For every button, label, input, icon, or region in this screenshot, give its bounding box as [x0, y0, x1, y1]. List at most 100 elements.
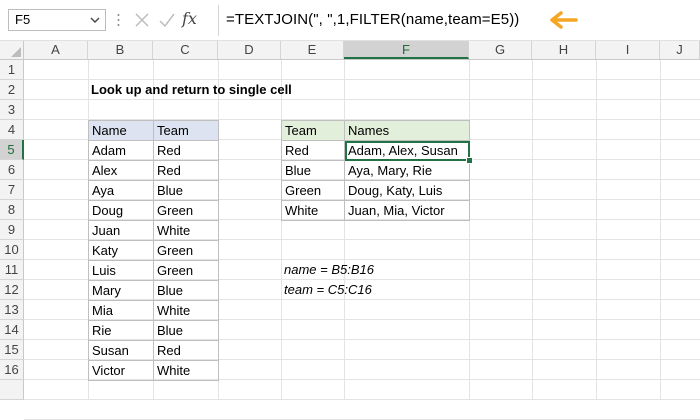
- team-cell[interactable]: Green: [153, 240, 219, 261]
- gridline: [281, 60, 282, 400]
- row-header-11[interactable]: 11: [0, 260, 24, 280]
- name-cell[interactable]: Susan: [88, 340, 154, 361]
- name-cell[interactable]: Luis: [88, 260, 154, 281]
- table-header-row: Name Team: [88, 120, 219, 141]
- row-header-4[interactable]: 4: [0, 120, 24, 140]
- named-range-name-note[interactable]: name = B5:B16: [281, 260, 481, 280]
- table-row: Green Doug, Katy, Luis: [281, 180, 470, 201]
- name-box[interactable]: F5: [8, 9, 106, 31]
- row-header-15[interactable]: 15: [0, 340, 24, 360]
- cancel-x-icon[interactable]: [133, 10, 151, 30]
- header-team[interactable]: Team: [281, 120, 345, 141]
- name-cell[interactable]: Mary: [88, 280, 154, 301]
- team-cell[interactable]: Green: [281, 180, 345, 201]
- team-cell[interactable]: White: [153, 360, 219, 381]
- table-row: Mia White: [88, 300, 219, 321]
- names-cell[interactable]: Doug, Katy, Luis: [344, 180, 470, 201]
- row-header-10[interactable]: 10: [0, 240, 24, 260]
- row-header-12[interactable]: 12: [0, 280, 24, 300]
- team-cell[interactable]: White: [281, 200, 345, 221]
- sheet-title[interactable]: Look up and return to single cell: [88, 80, 388, 100]
- gridline: [660, 60, 661, 400]
- column-header-c[interactable]: C: [153, 41, 218, 59]
- name-box-value: F5: [15, 12, 31, 27]
- gridline: [469, 60, 470, 400]
- column-header-a[interactable]: A: [24, 41, 88, 59]
- row-header-13[interactable]: 13: [0, 300, 24, 320]
- name-cell[interactable]: Adam: [88, 140, 154, 161]
- row-header-14[interactable]: 14: [0, 320, 24, 340]
- team-cell[interactable]: Red: [153, 140, 219, 161]
- team-cell[interactable]: Blue: [281, 160, 345, 181]
- row-header-3[interactable]: 3: [0, 100, 24, 120]
- table-row: Mary Blue: [88, 280, 219, 301]
- table-row: Blue Aya, Mary, Rie: [281, 160, 470, 181]
- column-header-i[interactable]: I: [596, 41, 660, 59]
- table-row: Luis Green: [88, 260, 219, 281]
- chevron-down-icon[interactable]: [89, 10, 101, 30]
- row-header-1[interactable]: 1: [0, 60, 24, 80]
- header-team[interactable]: Team: [153, 120, 219, 141]
- column-header-d[interactable]: D: [218, 41, 281, 59]
- column-header-j[interactable]: J: [660, 41, 700, 59]
- name-cell[interactable]: Victor: [88, 360, 154, 381]
- row-header-9[interactable]: 9: [0, 220, 24, 240]
- row-header-6[interactable]: 6: [0, 160, 24, 180]
- column-header-e[interactable]: E: [281, 41, 344, 59]
- team-cell[interactable]: Red: [153, 340, 219, 361]
- name-cell[interactable]: Katy: [88, 240, 154, 261]
- selected-cell-f5[interactable]: Adam, Alex, Susan: [344, 140, 473, 164]
- named-range-team-note[interactable]: team = C5:C16: [281, 280, 481, 300]
- row-header-8[interactable]: 8: [0, 200, 24, 220]
- column-header-h[interactable]: H: [532, 41, 596, 59]
- header-name[interactable]: Name: [88, 120, 154, 141]
- result-table: Team Names Red Adam, Alex, Susan Blue Aya…: [281, 120, 473, 221]
- data-table: Name Team Adam Red Alex Red Aya Blue Doug Gr…: [88, 120, 219, 381]
- table-row: Alex Red: [88, 160, 219, 181]
- team-cell[interactable]: Red: [153, 160, 219, 181]
- fill-handle[interactable]: [466, 157, 473, 164]
- name-cell[interactable]: Juan: [88, 220, 154, 241]
- team-cell[interactable]: Blue: [153, 280, 219, 301]
- drag-handle-icon[interactable]: [117, 13, 120, 27]
- gridline: [596, 60, 597, 400]
- table-row: Rie Blue: [88, 320, 219, 341]
- table-row: Red Adam, Alex, Susan: [281, 140, 473, 164]
- header-names[interactable]: Names: [344, 120, 470, 141]
- gridline: [532, 60, 533, 400]
- table-row: Katy Green: [88, 240, 219, 261]
- formula-bar-divider: [218, 5, 219, 36]
- enter-check-icon[interactable]: [158, 10, 176, 30]
- team-cell[interactable]: Red: [281, 140, 345, 161]
- name-cell[interactable]: Aya: [88, 180, 154, 201]
- name-cell[interactable]: Alex: [88, 160, 154, 181]
- column-header-f[interactable]: F: [344, 41, 469, 59]
- team-cell[interactable]: Green: [153, 260, 219, 281]
- names-value: Adam, Alex, Susan: [348, 143, 458, 158]
- table-header-row: Team Names: [281, 120, 470, 141]
- team-cell[interactable]: Green: [153, 200, 219, 221]
- names-cell[interactable]: Aya, Mary, Rie: [344, 160, 470, 181]
- row-header-16[interactable]: 16: [0, 360, 24, 380]
- table-row: Doug Green: [88, 200, 219, 221]
- fx-icon[interactable]: fx: [182, 8, 204, 28]
- name-cell[interactable]: Doug: [88, 200, 154, 221]
- formula-bar: F5 fx =TEXTJOIN(", ",1,FILTER(name,team=…: [0, 0, 700, 41]
- column-header-b[interactable]: B: [88, 41, 153, 59]
- team-cell[interactable]: Blue: [153, 180, 219, 201]
- row-header-17[interactable]: [0, 380, 24, 400]
- column-header-row: A B C D E F G H I J: [0, 41, 700, 60]
- row-header-7[interactable]: 7: [0, 180, 24, 200]
- row-header-2[interactable]: 2: [0, 80, 24, 100]
- name-cell[interactable]: Mia: [88, 300, 154, 321]
- name-cell[interactable]: Rie: [88, 320, 154, 341]
- names-cell[interactable]: Juan, Mia, Victor: [344, 200, 470, 221]
- team-cell[interactable]: White: [153, 300, 219, 321]
- select-all-button[interactable]: [0, 41, 24, 59]
- team-cell[interactable]: Blue: [153, 320, 219, 341]
- column-header-g[interactable]: G: [469, 41, 532, 59]
- formula-input[interactable]: =TEXTJOIN(", ",1,FILTER(name,team=E5)): [226, 9, 519, 31]
- table-row: Victor White: [88, 360, 219, 381]
- row-header-5[interactable]: 5: [0, 140, 24, 160]
- team-cell[interactable]: White: [153, 220, 219, 241]
